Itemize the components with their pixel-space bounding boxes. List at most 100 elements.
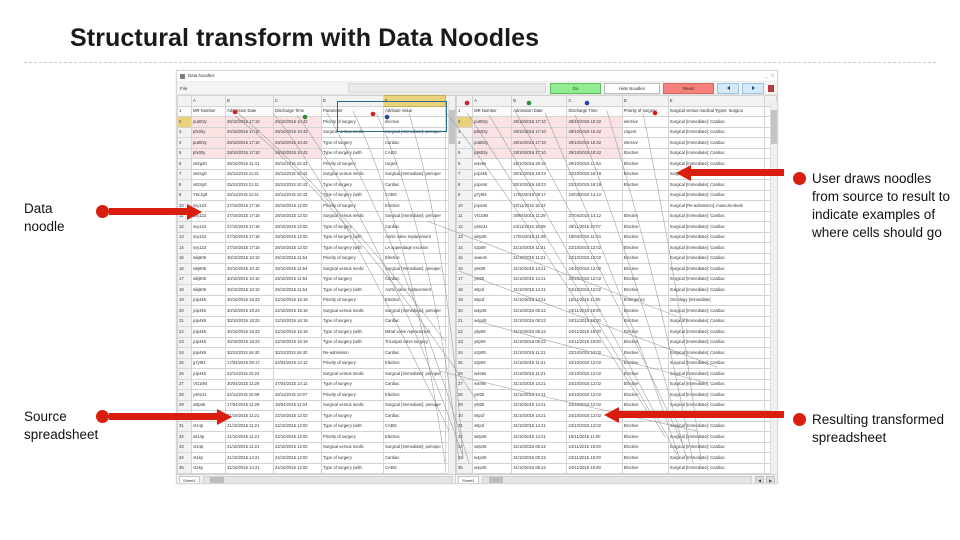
table-cell[interactable]: w4e6s [472, 378, 513, 390]
table-cell[interactable]: 27/10/2015 17:18 [225, 200, 274, 212]
table-row[interactable]: 2 pu802y 28/10/2015 17:10 29/10/2015 10:42 e… [456, 116, 777, 128]
table-cell[interactable]: Cardiac [383, 273, 446, 285]
row-number[interactable]: 2 [177, 116, 192, 128]
table-cell[interactable]: elective [383, 116, 446, 128]
table-cell[interactable]: 29/10/2015 11:54 [273, 273, 322, 285]
table-cell[interactable]: 31/10/2015 14:21 [511, 420, 568, 432]
table-cell[interactable]: 22/10/2015 12:02 [566, 242, 623, 254]
table-cell[interactable]: Surgical [Immediate]: Cardiac [667, 452, 766, 464]
table-row[interactable]: 19 jcip4k5 30/10/2015 18:23 22/10/2015 16:1… [177, 294, 455, 306]
table-cell[interactable]: wkj606 [191, 273, 226, 285]
table-cell[interactable]: 15/11/2015 11:00 [566, 431, 623, 443]
table-cell[interactable]: 24/11/2015 15:08 [225, 389, 274, 401]
table-cell[interactable]: y6p09 [472, 336, 513, 348]
table-cell[interactable]: y6t25 [472, 399, 513, 411]
row-number[interactable]: 35 [456, 462, 474, 474]
table-cell[interactable]: s2p09 [472, 347, 513, 359]
table-cell[interactable]: Urgent [383, 158, 446, 170]
column-header-cell[interactable]: Attribute Value [383, 105, 446, 117]
table-cell[interactable]: Type of surgery [321, 137, 384, 149]
table-cell[interactable]: 21/10/2015 11:21 [511, 242, 568, 254]
table-row[interactable]: 31 s6p1f 31/10/2015 14:21 24/10/2015 12:02 E… [456, 420, 777, 432]
table-cell[interactable]: Type of surgery (with [321, 242, 384, 254]
table-cell[interactable]: 22/10/2015 12:02 [566, 357, 623, 369]
table-cell[interactable]: 21/10/2015 11:21 [225, 441, 274, 453]
table-cell[interactable] [621, 189, 669, 201]
table-cell[interactable]: 30/10/2015 10:10 [225, 263, 274, 275]
table-cell[interactable]: Surgical [Immediate]: Cardiac [667, 462, 766, 474]
reset-button[interactable]: Reset [663, 82, 714, 94]
column-letter-B[interactable]: B [225, 95, 274, 107]
table-cell[interactable]: 28/10/2015 12:02 [273, 231, 322, 243]
table-cell[interactable]: Priority of surgery [321, 158, 384, 170]
table-cell[interactable]: Surgical [Immediate]: Cardiac [667, 252, 766, 264]
table-cell[interactable]: Type of surgery [321, 221, 384, 233]
table-cell[interactable]: 26/11/2015 10:43 [273, 158, 322, 170]
table-cell[interactable]: Type of surgery [321, 410, 384, 422]
row-number[interactable]: 9 [177, 189, 192, 201]
table-cell[interactable]: 27/10/2015 17:18 [225, 221, 274, 233]
table-row[interactable]: 5 pfx00y 28/10/2015 17:10 29/10/2015 10:42 T… [177, 147, 455, 159]
table-cell[interactable]: Elective [621, 263, 669, 275]
table-cell[interactable]: CABG [383, 462, 446, 474]
table-row[interactable]: 15 wwe4s 21/10/2015 11:21 22/10/2015 12:02 E… [456, 252, 777, 264]
table-cell[interactable]: Priority of surgery [321, 200, 384, 212]
source-grid[interactable]: A B C D E 1 MR Number Admission Date Discharge T… [177, 95, 455, 483]
table-cell[interactable]: pfx00y [191, 147, 226, 159]
row-number[interactable]: 20 [456, 305, 474, 317]
table-cell[interactable]: Type of surgery [321, 315, 384, 327]
row-number[interactable]: 23 [177, 336, 192, 348]
table-cell[interactable]: Surgical [Immediate]: Cardiac [667, 210, 766, 222]
table-cell[interactable]: g7yt94 [191, 357, 226, 369]
table-cell[interactable]: CABG [383, 147, 446, 159]
table-cell[interactable]: Surgical [Immediate]: perioper [383, 368, 446, 380]
table-cell[interactable]: Tricuspid valve surgery [383, 336, 446, 348]
table-cell[interactable]: 27/04/2015 14:12 [273, 378, 322, 390]
table-row[interactable]: 5 p8s02y 28/10/2015 17:10 29/10/2015 10:42 E… [456, 147, 777, 159]
row-number[interactable]: 21 [177, 315, 192, 327]
table-cell[interactable]: Surgical versus medic [321, 210, 384, 222]
table-row[interactable]: 18 s6p1f 31/10/2015 14:21 24/10/2015 12:02 E… [456, 284, 777, 296]
table-cell[interactable]: Type of surgery (with [321, 231, 384, 243]
row-number[interactable]: 17 [456, 273, 474, 285]
table-cell[interactable]: 21/10/2015 11:21 [225, 420, 274, 432]
table-cell[interactable]: jcip44s [472, 179, 513, 191]
row-number[interactable]: 4 [177, 137, 192, 149]
row-number[interactable]: 25 [456, 357, 474, 369]
table-row[interactable]: 15 wkj606 30/10/2015 10:10 29/10/2015 11:54… [177, 252, 455, 264]
row-number[interactable]: 28 [177, 389, 192, 401]
row-number[interactable]: 29 [456, 399, 474, 411]
table-cell[interactable]: Surgical [Immediate]: Cardiac [667, 389, 766, 401]
row-number[interactable]: 22 [177, 326, 192, 338]
table-cell[interactable]: s6p1f [472, 294, 513, 306]
table-row[interactable]: 20 w4p45 31/10/2015 06:22 24/11/2015 18:00 E… [456, 305, 777, 317]
table-cell[interactable]: 24/11/2015 18:00 [566, 462, 623, 474]
table-cell[interactable]: 28/10/2015 17:10 [225, 137, 274, 149]
column-header-cell[interactable]: Surgical versus medical Types: Surgica [667, 105, 766, 117]
table-cell[interactable]: 22/10/2015 16:19 [273, 326, 322, 338]
table-row[interactable]: 25 g7yt94 17/04/2015 09:17 24/04/2015 14:12… [177, 357, 455, 369]
table-cell[interactable]: 30/10/2015 18:23 [225, 294, 274, 306]
row-number[interactable]: 14 [456, 242, 474, 254]
table-cell[interactable]: w4e6s [472, 158, 513, 170]
table-cell[interactable]: 26/11/2015 10:43 [273, 189, 322, 201]
table-cell[interactable]: Aortic valve replacement [383, 284, 446, 296]
table-cell[interactable]: 24/04/2015 14:12 [566, 189, 623, 201]
table-cell[interactable]: Surgical [Immediate]: perioper [383, 126, 446, 138]
table-cell[interactable]: s2p09 [472, 242, 513, 254]
table-cell[interactable]: Cardiac [383, 179, 446, 191]
table-cell[interactable]: 31/10/2015 14:21 [511, 284, 568, 296]
table-cell[interactable]: w4p45 [472, 452, 513, 464]
result-vertical-scrollbar[interactable] [770, 102, 777, 475]
column-header-cell[interactable]: MR Number [472, 105, 513, 117]
table-cell[interactable]: 25/11/2015 11:41 [225, 179, 274, 191]
table-cell[interactable]: 29/10/2015 10:42 [566, 147, 623, 159]
table-cell[interactable]: jcip44s [472, 200, 513, 212]
table-cell[interactable]: y6s09 [472, 263, 513, 275]
table-row[interactable]: 28 y6t25 31/10/2015 14:21 24/10/2015 12:02 E… [456, 389, 777, 401]
table-cell[interactable]: Surgical [Immediate]: Cardiac [667, 231, 766, 243]
table-cell[interactable]: 30/11/2015 16:40 [225, 347, 274, 359]
table-cell[interactable]: Cardiac [383, 315, 446, 327]
table-cell[interactable]: 25/11/2015 11:41 [225, 189, 274, 201]
row-number[interactable]: 34 [456, 452, 474, 464]
